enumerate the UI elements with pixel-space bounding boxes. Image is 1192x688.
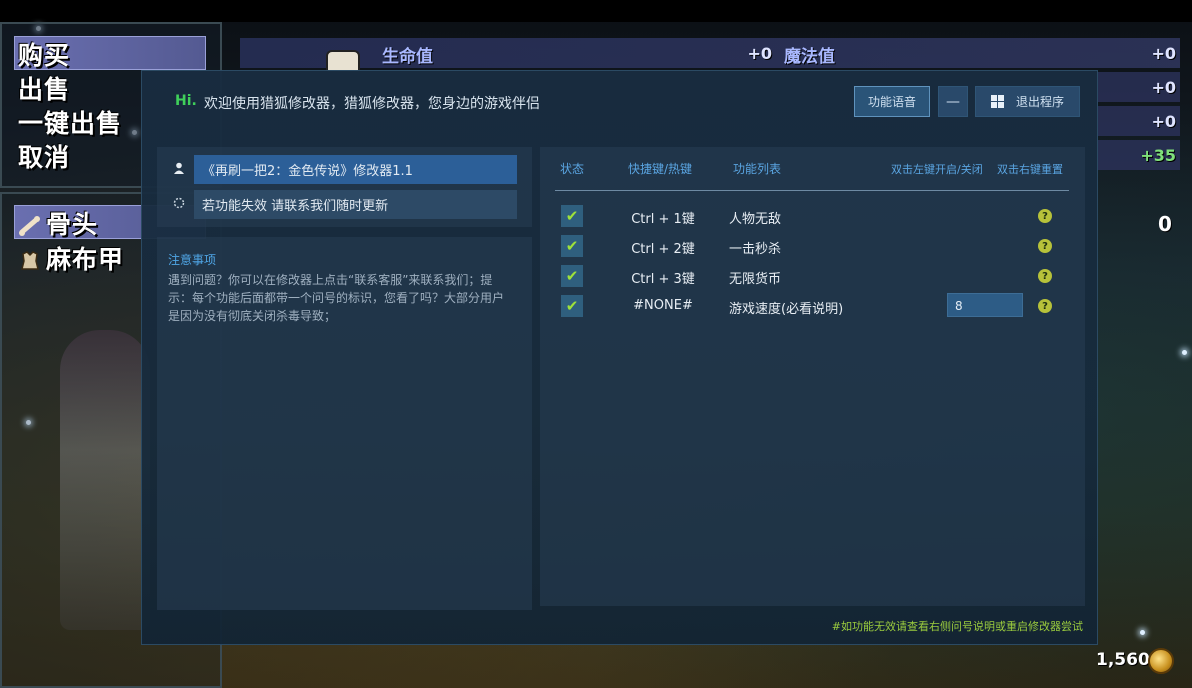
hotkey: #NONE# — [633, 298, 693, 313]
cheat-row[interactable]: ✔ Ctrl + 1键 人物无敌 ? — [540, 201, 1085, 229]
top-black-bar — [0, 0, 1192, 22]
trainer-header: Hi. 欢迎使用猎狐修改器，猎狐修改器，您身边的游戏伴侣 功能语音 — 退出程序 — [142, 71, 1097, 133]
game-info-panel: 《再刷一把2：金色传说》修改器1.1 若功能失效 请联系我们随时更新 — [157, 147, 532, 227]
trainer-window: Hi. 欢迎使用猎狐修改器，猎狐修改器，您身边的游戏伴侣 功能语音 — 退出程序… — [141, 70, 1098, 645]
hotkey: Ctrl + 2键 — [631, 242, 695, 257]
header-toggle-hint: 双击左键开启/关闭 — [891, 163, 983, 176]
windows-icon — [990, 95, 1004, 108]
cloth-armor-icon — [18, 249, 42, 273]
character-portrait — [60, 330, 150, 630]
hp-value: +0 — [747, 44, 772, 63]
status-checkbox[interactable]: ✔ — [561, 235, 583, 257]
inventory-item-bone[interactable]: 骨头 — [18, 205, 98, 241]
mp-value: +0 — [1151, 44, 1176, 63]
game-title: 《再刷一把2：金色传说》修改器1.1 — [194, 155, 517, 184]
item-count: 0 — [1158, 212, 1172, 236]
loading-icon — [164, 197, 194, 212]
feature-name: 游戏速度(必看说明) — [729, 302, 844, 317]
gold-amount: 1,560 — [1096, 650, 1150, 670]
feature-name: 一击秒杀 — [729, 242, 782, 257]
stat-value-bonus: +35 — [1140, 146, 1176, 165]
exit-button[interactable]: 退出程序 — [975, 86, 1080, 117]
header-divider — [555, 190, 1069, 191]
header-reset-hint: 双击右键重置 — [997, 163, 1063, 176]
menu-cancel[interactable]: 取消 — [18, 138, 70, 174]
game-title-row[interactable]: 《再刷一把2：金色传说》修改器1.1 — [164, 155, 517, 184]
bone-icon — [18, 214, 42, 238]
inventory-item-cloth-armor[interactable]: 麻布甲 — [18, 240, 124, 276]
cheat-table: 状态 快捷键/热键 功能列表 双击左键开启/关闭 双击右键重置 ✔ Ctrl +… — [540, 147, 1085, 606]
menu-sell-all[interactable]: 一键出售 — [18, 104, 122, 140]
hotkey: Ctrl + 3键 — [631, 272, 695, 287]
minimize-button[interactable]: — — [938, 86, 968, 117]
header-status: 状态 — [560, 162, 585, 176]
status-checkbox[interactable]: ✔ — [561, 295, 583, 317]
help-icon[interactable]: ? — [1038, 239, 1052, 253]
header-features: 功能列表 — [733, 162, 782, 176]
help-icon[interactable]: ? — [1038, 299, 1052, 313]
menu-buy[interactable]: 购买 — [18, 36, 70, 72]
footer-note: #如功能无效请查看右侧问号说明或重启修改器尝试 — [831, 620, 1083, 633]
update-hint-row[interactable]: 若功能失效 请联系我们随时更新 — [164, 190, 517, 219]
hi-text: Hi. — [175, 93, 197, 109]
cheat-row[interactable]: ✔ Ctrl + 2键 一击秒杀 ? — [540, 231, 1085, 259]
feature-name: 人物无敌 — [729, 212, 782, 227]
help-icon[interactable]: ? — [1038, 269, 1052, 283]
stat-value: +0 — [1151, 78, 1176, 97]
notes-title: 注意事项 — [168, 253, 217, 267]
stat-value: +0 — [1151, 112, 1176, 131]
coin-icon — [1148, 648, 1174, 674]
status-checkbox[interactable]: ✔ — [561, 265, 583, 287]
hotkey: Ctrl + 1键 — [631, 212, 695, 227]
update-hint: 若功能失效 请联系我们随时更新 — [194, 190, 517, 219]
notes-body: 遇到问题？你可以在修改器上点击“联系客服”来联系我们；提示：每个功能后面都带一个… — [168, 273, 505, 323]
sparkle — [1182, 350, 1187, 355]
header-hotkey: 快捷键/热键 — [628, 162, 693, 176]
inventory-item-label: 骨头 — [46, 210, 99, 239]
menu-sell[interactable]: 出售 — [18, 70, 70, 106]
help-icon[interactable]: ? — [1038, 209, 1052, 223]
hp-label: 生命值 — [382, 47, 433, 67]
speed-input[interactable]: 8 — [947, 293, 1023, 317]
notes-panel: 注意事项 遇到问题？你可以在修改器上点击“联系客服”来联系我们；提示：每个功能后… — [157, 237, 532, 610]
mp-label: 魔法值 — [784, 47, 835, 67]
exit-button-label: 退出程序 — [1015, 95, 1064, 109]
status-checkbox[interactable]: ✔ — [561, 205, 583, 227]
cheat-row[interactable]: ✔ #NONE# 游戏速度(必看说明) 8 ? — [540, 291, 1085, 319]
feature-name: 无限货币 — [729, 272, 782, 287]
skull-icon — [326, 50, 360, 72]
inventory-item-label: 麻布甲 — [46, 245, 125, 274]
user-icon — [164, 162, 194, 177]
sparkle — [1140, 630, 1145, 635]
cheat-row[interactable]: ✔ Ctrl + 3键 无限货币 ? — [540, 261, 1085, 289]
voice-button[interactable]: 功能语音 — [854, 86, 930, 117]
welcome-text: 欢迎使用猎狐修改器，猎狐修改器，您身边的游戏伴侣 — [204, 96, 540, 112]
